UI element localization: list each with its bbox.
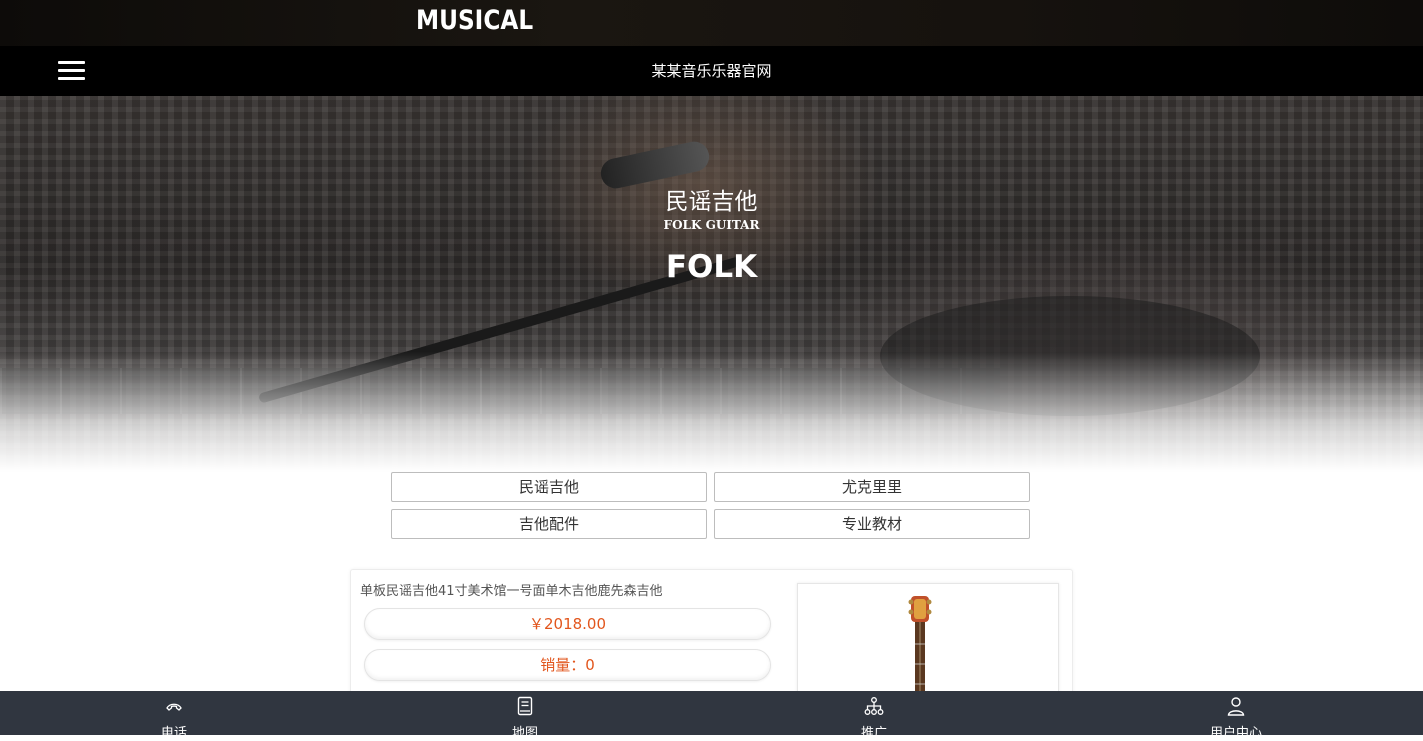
hero-banner: 民谣吉他 FOLK GUITAR FOLK: [0, 96, 1423, 472]
product-price: ￥2018.00: [364, 608, 771, 640]
top-nav-bar: 某某音乐乐器官网: [0, 46, 1423, 96]
hero-title-cn: 民谣吉他: [665, 189, 758, 215]
bottom-nav-phone[interactable]: 电话: [114, 691, 234, 741]
bottom-nav-label: 电话: [160, 726, 187, 741]
bottom-nav-map[interactable]: 地图: [465, 691, 585, 741]
product-name[interactable]: 单板民谣吉他41寸美术馆一号面单木吉他鹿先森吉他: [360, 580, 663, 599]
product-card[interactable]: 单板民谣吉他41寸美术馆一号面单木吉他鹿先森吉他 ￥2018.00 销量：0: [350, 569, 1073, 715]
user-icon: [1227, 697, 1245, 716]
brand-bar: MUSICAL: [0, 0, 1423, 46]
category-button-textbooks[interactable]: 专业教材: [714, 509, 1030, 539]
category-button-ukulele[interactable]: 尤克里里: [714, 472, 1030, 502]
hero-title-big: FOLK: [665, 249, 758, 285]
bottom-nav-label: 地图: [511, 726, 538, 741]
bottom-nav-user-center[interactable]: 用户中心: [1176, 691, 1296, 741]
bottom-toolbar: 电话 地图 推广 用户中心: [0, 691, 1423, 741]
bottom-nav-label: 推广: [860, 726, 887, 741]
bottom-nav-label: 用户中心: [1209, 726, 1262, 741]
bottom-nav-promotion[interactable]: 推广: [814, 691, 934, 741]
product-sales: 销量：0: [364, 649, 771, 681]
phone-icon: [166, 703, 182, 711]
hero-title-en: FOLK GUITAR: [663, 218, 760, 232]
category-button-folk-guitar[interactable]: 民谣吉他: [391, 472, 707, 502]
category-button-guitar-accessories[interactable]: 吉他配件: [391, 509, 707, 539]
network-share-icon: [864, 697, 884, 715]
hamburger-menu-icon[interactable]: [58, 60, 85, 82]
site-title: 某某音乐乐器官网: [651, 62, 772, 80]
brand-logo[interactable]: MUSICAL: [416, 5, 533, 36]
map-book-icon: [517, 696, 533, 716]
